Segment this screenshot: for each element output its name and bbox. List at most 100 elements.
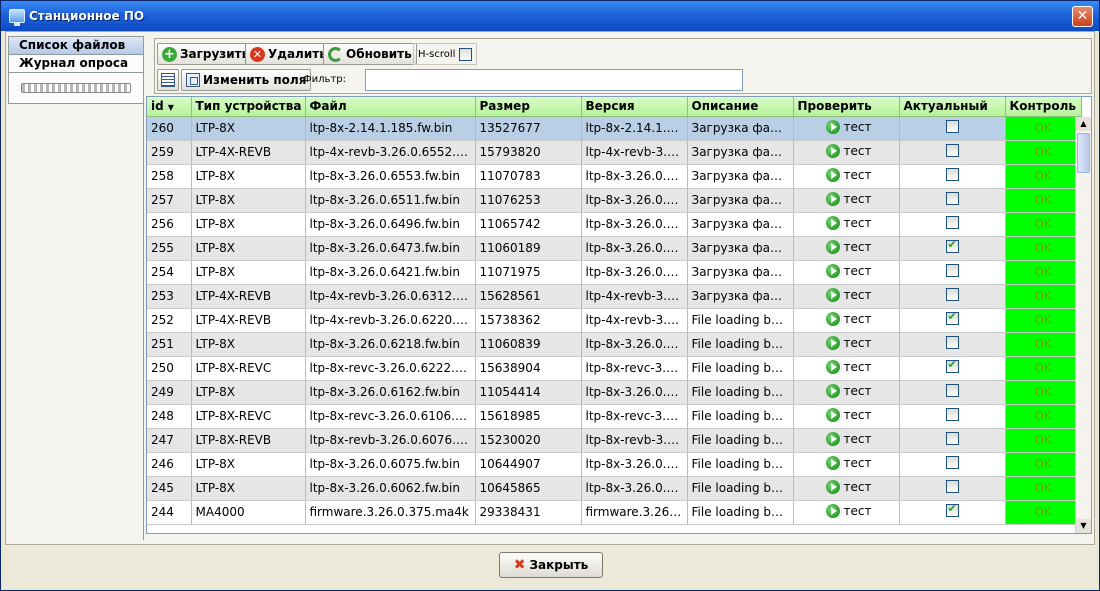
table-row[interactable]: 249 LTP-8X ltp-8x-3.26.0.6162.fw.bin 110544… bbox=[147, 380, 1082, 405]
actual-checkbox[interactable] bbox=[945, 264, 959, 277]
cell-desc: Загрузка файла ... bbox=[687, 116, 794, 141]
cell-id: 247 bbox=[147, 428, 192, 453]
edit-fields-button[interactable]: Изменить поля bbox=[181, 69, 312, 91]
cell-type: LTP-8X-REVC bbox=[191, 404, 306, 429]
table-row[interactable]: 251 LTP-8X ltp-8x-3.26.0.6218.fw.bin 110608… bbox=[147, 332, 1082, 357]
upload-button[interactable]: + Загрузить bbox=[157, 43, 255, 65]
test-button[interactable]: тест bbox=[825, 215, 871, 230]
hscroll-toggle[interactable]: H-scroll bbox=[413, 43, 478, 65]
test-button[interactable]: тест bbox=[825, 263, 871, 278]
test-button[interactable]: тест bbox=[825, 167, 871, 182]
actual-checkbox[interactable] bbox=[945, 238, 959, 253]
actual-checkbox[interactable] bbox=[945, 502, 959, 517]
firmware-table: id ▼ Тип устройства Файл Размер Версия Оп… bbox=[146, 96, 1092, 534]
test-button[interactable]: тест bbox=[825, 431, 871, 446]
cell-actual bbox=[899, 332, 1006, 357]
table-row[interactable]: 257 LTP-8X ltp-8x-3.26.0.6511.fw.bin 110762… bbox=[147, 188, 1082, 213]
cell-control-status: OK bbox=[1005, 284, 1082, 309]
play-icon bbox=[825, 263, 840, 278]
table-row[interactable]: 250 LTP-8X-REVC ltp-8x-revc-3.26.0.6222.fw… bbox=[147, 356, 1082, 381]
scroll-up-icon[interactable]: ▲ bbox=[1076, 117, 1091, 131]
actual-checkbox[interactable] bbox=[945, 168, 959, 181]
column-header-description[interactable]: Описание bbox=[687, 97, 794, 117]
cell-test: тест bbox=[793, 356, 900, 381]
filter-input[interactable] bbox=[365, 69, 743, 91]
test-button[interactable]: тест bbox=[825, 119, 871, 134]
test-label: тест bbox=[843, 503, 872, 518]
table-row[interactable]: 252 LTP-4X-REVB ltp-4x-revb-3.26.0.6220.fw… bbox=[147, 308, 1082, 333]
actual-checkbox[interactable] bbox=[945, 310, 959, 325]
tab-poll-log[interactable]: Журнал опроса bbox=[8, 54, 144, 72]
scroll-down-icon[interactable]: ▼ bbox=[1076, 519, 1091, 533]
table-row[interactable]: 247 LTP-8X-REVB ltp-8x-revb-3.26.0.6076.fw… bbox=[147, 428, 1082, 453]
actual-checkbox[interactable] bbox=[945, 192, 959, 205]
refresh-button[interactable]: Обновить bbox=[323, 43, 417, 65]
title-bar[interactable]: Станционное ПО ✕ bbox=[1, 1, 1099, 31]
device-thumbnail[interactable] bbox=[8, 72, 144, 104]
tab-firmware-list[interactable]: Список файлов ПО bbox=[8, 36, 144, 69]
actual-checkbox[interactable] bbox=[945, 480, 959, 493]
test-button[interactable]: тест bbox=[825, 239, 871, 254]
table-row[interactable]: 258 LTP-8X ltp-8x-3.26.0.6553.fw.bin 110707… bbox=[147, 164, 1082, 189]
column-header-actual[interactable]: Актуальный bbox=[899, 97, 1006, 117]
actual-checkbox[interactable] bbox=[945, 456, 959, 469]
column-header-version[interactable]: Версия bbox=[581, 97, 688, 117]
scroll-thumb[interactable] bbox=[1077, 133, 1090, 173]
table-row[interactable]: 256 LTP-8X ltp-8x-3.26.0.6496.fw.bin 110657… bbox=[147, 212, 1082, 237]
test-button[interactable]: тест bbox=[825, 359, 871, 374]
columns-list-button[interactable] bbox=[157, 69, 179, 91]
test-button[interactable]: тест bbox=[825, 479, 871, 494]
column-header-size[interactable]: Размер bbox=[475, 97, 582, 117]
table-row[interactable]: 260 LTP-8X ltp-8x-2.14.1.185.fw.bin 1352767… bbox=[147, 116, 1082, 141]
test-button[interactable]: тест bbox=[825, 143, 871, 158]
delete-button[interactable]: ✕ Удалить bbox=[245, 43, 332, 65]
column-header-type[interactable]: Тип устройства bbox=[191, 97, 306, 117]
upload-label: Загрузить bbox=[180, 47, 250, 61]
test-button[interactable]: тест bbox=[825, 503, 872, 518]
table-row[interactable]: 248 LTP-8X-REVC ltp-8x-revc-3.26.0.6106.fw… bbox=[147, 404, 1082, 429]
test-button[interactable]: тест bbox=[825, 311, 871, 326]
column-header-id[interactable]: id ▼ bbox=[147, 97, 192, 117]
cell-id: 254 bbox=[147, 260, 192, 285]
actual-checkbox[interactable] bbox=[945, 144, 959, 157]
close-button[interactable]: ✖ Закрыть bbox=[499, 552, 603, 578]
column-header-test[interactable]: Проверить bbox=[793, 97, 900, 117]
play-icon bbox=[825, 383, 840, 398]
cell-version: ltp-8x-3.26.0.642... bbox=[581, 260, 688, 285]
column-header-control[interactable]: Контроль bbox=[1005, 97, 1082, 117]
test-button[interactable]: тест bbox=[825, 335, 871, 350]
table-row[interactable]: 253 LTP-4X-REVB ltp-4x-revb-3.26.0.6312.fw… bbox=[147, 284, 1082, 309]
cell-desc: Загрузка файла ... bbox=[687, 236, 794, 261]
column-header-file[interactable]: Файл bbox=[305, 97, 476, 117]
test-button[interactable]: тест bbox=[825, 287, 871, 302]
vertical-scrollbar[interactable]: ▲ ▼ bbox=[1075, 117, 1091, 533]
actual-checkbox[interactable] bbox=[945, 216, 959, 229]
table-row[interactable]: 246 LTP-8X ltp-8x-3.26.0.6075.fw.bin 106449… bbox=[147, 452, 1082, 477]
cell-id: 257 bbox=[147, 188, 192, 213]
actual-checkbox[interactable] bbox=[945, 384, 959, 397]
hscroll-checkbox[interactable] bbox=[459, 47, 473, 61]
actual-checkbox[interactable] bbox=[945, 120, 959, 133]
cell-test: тест bbox=[793, 428, 900, 453]
test-button[interactable]: тест bbox=[825, 383, 871, 398]
table-row[interactable]: 259 LTP-4X-REVB ltp-4x-revb-3.26.0.6552.fw… bbox=[147, 140, 1082, 165]
table-row[interactable]: 244 MA4000 firmware.3.26.0.375.ma4k 2933843… bbox=[147, 500, 1082, 525]
actual-checkbox[interactable] bbox=[945, 358, 959, 373]
actual-checkbox[interactable] bbox=[945, 408, 959, 421]
test-button[interactable]: тест bbox=[825, 191, 871, 206]
table-row[interactable]: 255 LTP-8X ltp-8x-3.26.0.6473.fw.bin 110601… bbox=[147, 236, 1082, 261]
test-button[interactable]: тест bbox=[825, 455, 871, 470]
actual-checkbox[interactable] bbox=[945, 288, 959, 301]
cell-id: 260 bbox=[147, 116, 192, 141]
actual-checkbox[interactable] bbox=[945, 336, 959, 349]
cell-actual bbox=[899, 236, 1006, 261]
cell-desc: Загрузка файла ... bbox=[687, 260, 794, 285]
play-icon bbox=[825, 335, 840, 350]
window-close-button[interactable]: ✕ bbox=[1072, 6, 1093, 27]
cell-control-status: OK bbox=[1005, 452, 1082, 477]
table-row[interactable]: 245 LTP-8X ltp-8x-3.26.0.6062.fw.bin 106458… bbox=[147, 476, 1082, 501]
table-row[interactable]: 254 LTP-8X ltp-8x-3.26.0.6421.fw.bin 110719… bbox=[147, 260, 1082, 285]
cell-version: ltp-8x-3.26.0.606... bbox=[581, 476, 688, 501]
test-button[interactable]: тест bbox=[825, 407, 871, 422]
actual-checkbox[interactable] bbox=[945, 432, 959, 445]
